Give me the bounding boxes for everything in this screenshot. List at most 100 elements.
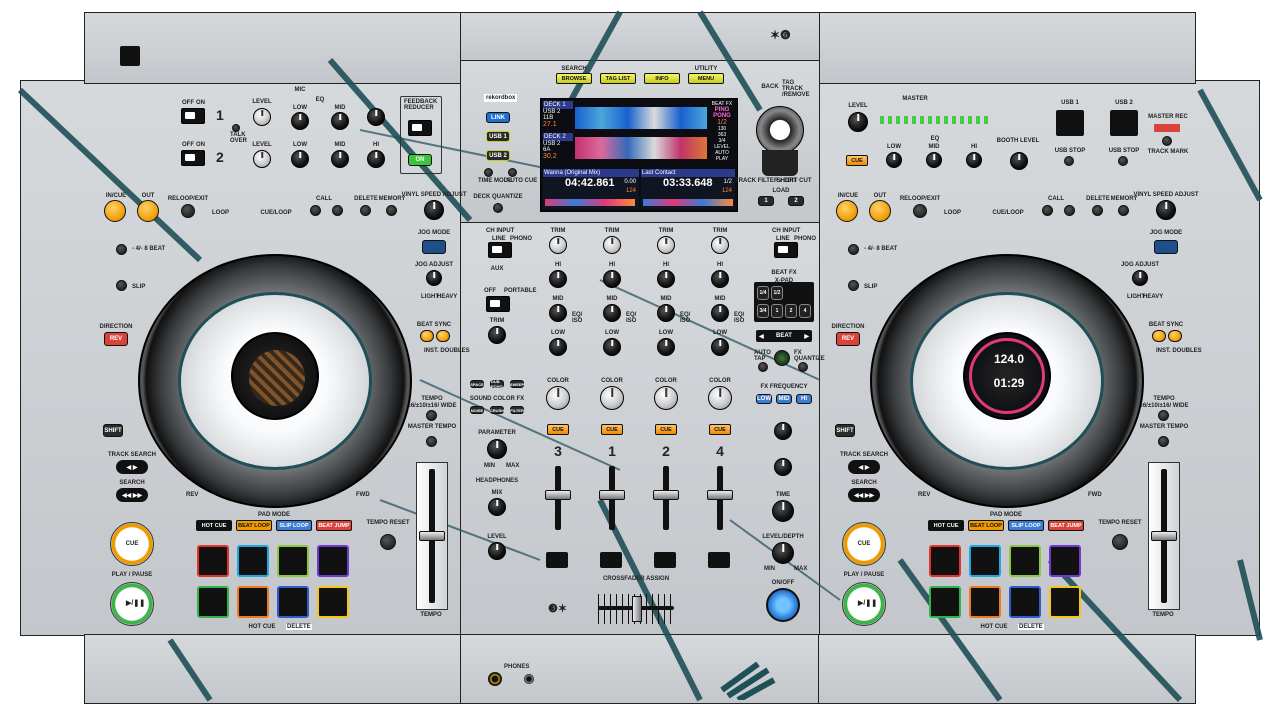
xpad-4[interactable]: 4: [799, 304, 811, 318]
left-track-search-buttons[interactable]: ◀ ▶: [116, 460, 148, 474]
fx-freq-hi-button[interactable]: HI: [796, 394, 812, 404]
ch2-xfader-assign[interactable]: [654, 552, 676, 568]
left-tempo-cap[interactable]: [419, 531, 445, 541]
ch2-fader-cap[interactable]: [653, 490, 679, 500]
ch3-hi-knob[interactable]: [549, 270, 567, 288]
ch4-color-knob[interactable]: [708, 386, 732, 410]
left-master-button[interactable]: [436, 330, 450, 342]
ch2-color-knob[interactable]: [654, 386, 678, 410]
right-call-next-button[interactable]: [1064, 205, 1075, 216]
fx-freq-mid-button[interactable]: MID: [776, 394, 792, 404]
usb1-button[interactable]: USB 1: [486, 131, 510, 142]
left-pad-4[interactable]: [317, 545, 349, 577]
usb2-port[interactable]: [1110, 110, 1138, 136]
xpad-3-4[interactable]: 3/4: [757, 304, 769, 318]
left-out-button[interactable]: [137, 200, 159, 222]
fx-quantize-button[interactable]: [798, 362, 808, 372]
left-search-buttons[interactable]: ◀◀ ▶▶: [116, 488, 148, 502]
mic2-low-knob[interactable]: [291, 150, 309, 168]
fx-time-knob[interactable]: [772, 500, 794, 522]
crossfader[interactable]: [598, 594, 674, 624]
right-vinyl-speed-knob[interactable]: [1156, 200, 1176, 220]
phones-jack[interactable]: [488, 672, 502, 686]
right-in-button[interactable]: [836, 200, 858, 222]
usb1-stop-button[interactable]: [1064, 156, 1074, 166]
right-tempo-slider-track[interactable]: [1148, 462, 1180, 610]
browse-button[interactable]: BROWSE: [556, 73, 592, 84]
ch3-mid-knob[interactable]: [549, 304, 567, 322]
left-pad-mode-slip-loop[interactable]: SLIP LOOP: [276, 520, 312, 531]
feedback-on-button[interactable]: ON: [408, 154, 432, 166]
right-tempo-range-button[interactable]: [1158, 410, 1169, 421]
left-pad-1[interactable]: [197, 545, 229, 577]
ch2-hi-knob[interactable]: [657, 270, 675, 288]
left-delete-button[interactable]: [360, 205, 371, 216]
master-low-knob[interactable]: [886, 152, 902, 168]
ch4-xfader-assign[interactable]: [708, 552, 730, 568]
mic2-mid-knob[interactable]: [331, 150, 349, 168]
xpad-1[interactable]: 1: [771, 304, 783, 318]
aux-trim-knob[interactable]: [488, 326, 506, 344]
left-jog-mode-button[interactable]: [422, 240, 446, 254]
fx-channel-select-knob[interactable]: [774, 458, 792, 476]
left-pad-mode-beat-jump[interactable]: BEAT JUMP: [316, 520, 352, 531]
left-call-next-button[interactable]: [332, 205, 343, 216]
sfx-filter-button[interactable]: FILTER: [510, 406, 524, 414]
right-track-search-buttons[interactable]: ◀ ▶: [848, 460, 880, 474]
left-pad-mode-hot-cue[interactable]: HOT CUE: [196, 520, 232, 531]
right-pad-1[interactable]: [929, 545, 961, 577]
auto-cue-button[interactable]: [508, 168, 517, 177]
left-memory-button[interactable]: [386, 205, 397, 216]
right-pad-3[interactable]: [1009, 545, 1041, 577]
menu-button[interactable]: MENU: [688, 73, 724, 84]
ch3-color-knob[interactable]: [546, 386, 570, 410]
right-pad-5[interactable]: [929, 586, 961, 618]
sfx-sweep-button[interactable]: SWEEP: [510, 380, 524, 388]
left-rev-button[interactable]: REV: [104, 332, 128, 346]
master-cue-button[interactable]: CUE: [846, 155, 868, 166]
utility-square[interactable]: [120, 46, 140, 66]
right-rev-button[interactable]: REV: [836, 332, 860, 346]
right-beat-half-button[interactable]: [848, 244, 859, 255]
ch4-mid-knob[interactable]: [711, 304, 729, 322]
sfx-space-button[interactable]: SPACE: [470, 380, 484, 388]
left-pad-8[interactable]: [317, 586, 349, 618]
ch3-trim-knob[interactable]: [549, 236, 567, 254]
fx-on-off-button[interactable]: [766, 588, 800, 622]
left-tempo-range-button[interactable]: [426, 410, 437, 421]
left-pad-3[interactable]: [277, 545, 309, 577]
right-pad-4[interactable]: [1049, 545, 1081, 577]
right-jog-mode-button[interactable]: [1154, 240, 1178, 254]
deck-quantize-button[interactable]: [493, 203, 503, 213]
feedback-light-heavy-switch[interactable]: [408, 120, 432, 136]
info-button[interactable]: INFO: [644, 73, 680, 84]
left-pad-6[interactable]: [237, 586, 269, 618]
level-depth-knob[interactable]: [772, 542, 794, 564]
right-pad-mode-beat-loop[interactable]: BEAT LOOP: [968, 520, 1004, 531]
ch4-trim-knob[interactable]: [711, 236, 729, 254]
right-pad-2[interactable]: [969, 545, 1001, 577]
right-master-tempo-button[interactable]: [1158, 436, 1169, 447]
left-pad-mode-beat-loop[interactable]: BEAT LOOP: [236, 520, 272, 531]
hp-mix-knob[interactable]: [488, 498, 506, 516]
ch2-fader[interactable]: [653, 466, 679, 530]
ch1-hi-knob[interactable]: [603, 270, 621, 288]
left-vinyl-speed-knob[interactable]: [424, 200, 444, 220]
ch4-low-knob[interactable]: [711, 338, 729, 356]
usb2-button[interactable]: USB 2: [486, 150, 510, 161]
track-mark-button[interactable]: [1162, 136, 1172, 146]
link-button[interactable]: LINK: [486, 112, 510, 123]
ch2-mid-knob[interactable]: [657, 304, 675, 322]
right-jog-adjust-knob[interactable]: [1132, 270, 1148, 286]
master-level-knob[interactable]: [848, 112, 868, 132]
right-pad-mode-beat-jump[interactable]: BEAT JUMP: [1048, 520, 1084, 531]
left-pad-7[interactable]: [277, 586, 309, 618]
ch1-color-knob[interactable]: [600, 386, 624, 410]
load-1-button[interactable]: 1: [758, 196, 774, 206]
ch1-fader[interactable]: [599, 466, 625, 530]
left-beat-half-button[interactable]: [116, 244, 127, 255]
right-reloop-button[interactable]: [913, 204, 927, 218]
left-beat-sync-button[interactable]: [420, 330, 434, 342]
ch4-fader[interactable]: [707, 466, 733, 530]
right-out-button[interactable]: [869, 200, 891, 222]
